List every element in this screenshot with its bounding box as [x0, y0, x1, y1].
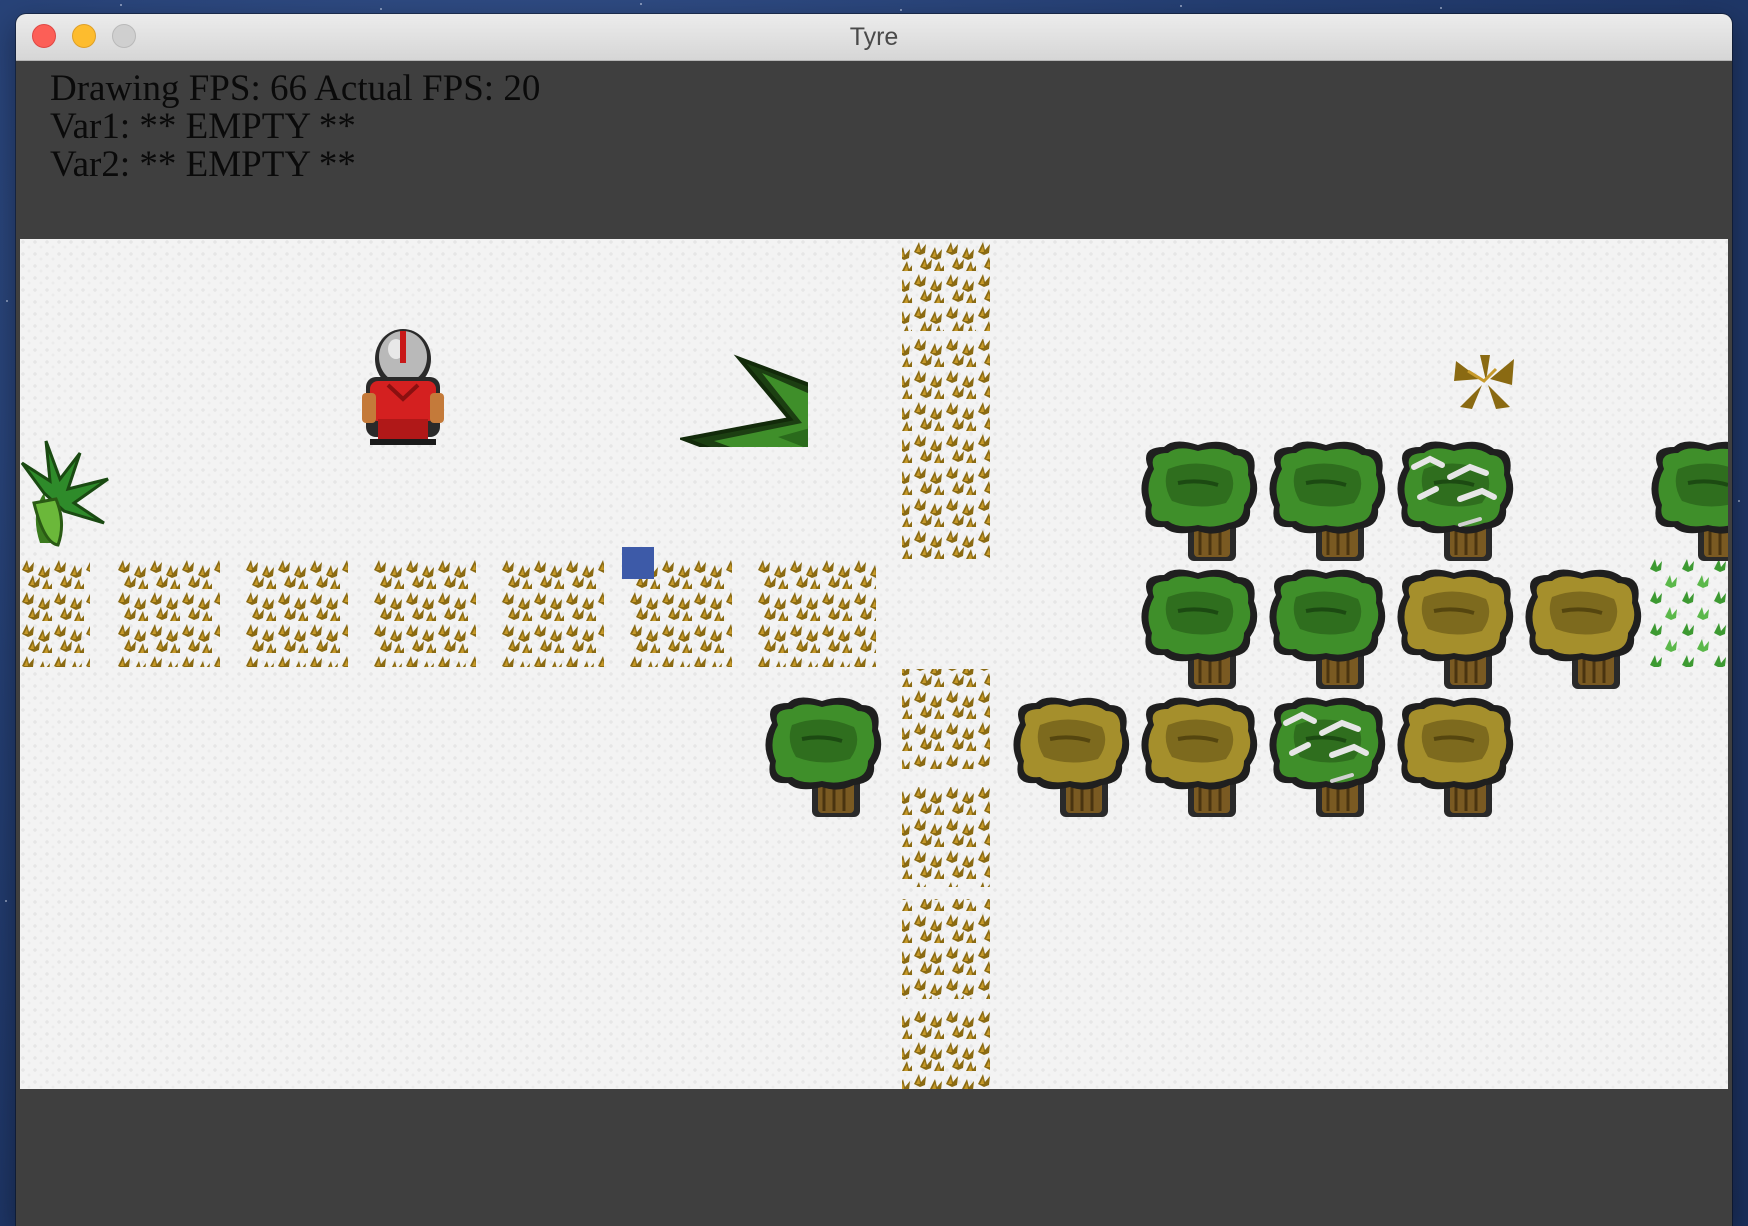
bush-green — [1139, 439, 1260, 563]
bush-dry — [1523, 567, 1644, 691]
bush-green — [1267, 439, 1388, 563]
app-window: Tyre Drawing FPS: 66 Actual FPS: 20 Var1… — [16, 14, 1732, 1226]
bush-green — [763, 695, 884, 819]
bush-dry — [1395, 567, 1516, 691]
bush-dry — [1011, 695, 1132, 819]
green-grass-patch — [1648, 557, 1728, 667]
title-bar[interactable]: Tyre — [16, 14, 1732, 61]
bush-snowy — [1390, 437, 1518, 565]
var1-readout: Var1: ** EMPTY ** — [50, 106, 356, 147]
var2-readout: Var2: ** EMPTY ** — [50, 144, 356, 185]
game-map[interactable] — [20, 239, 1728, 1089]
bush-green — [1267, 567, 1388, 691]
dry-grass-row — [20, 557, 876, 667]
fps-readout: Drawing FPS: 66 Actual FPS: 20 — [50, 68, 541, 109]
player-knight[interactable] — [360, 319, 488, 447]
bush-green — [1139, 567, 1260, 691]
bush-green — [1649, 439, 1728, 563]
bush-dry — [1395, 695, 1516, 819]
palm-plant — [20, 440, 109, 547]
selection-cursor[interactable] — [622, 547, 654, 579]
dry-tuft — [1454, 355, 1514, 409]
bush-dry — [1139, 695, 1260, 819]
bush-snowy — [1262, 693, 1390, 821]
pine-tree — [680, 354, 808, 447]
dry-grass-column — [902, 239, 990, 1089]
window-title: Tyre — [849, 23, 899, 51]
bottom-panel — [20, 1089, 1728, 1226]
debug-hud: Drawing FPS: 66 Actual FPS: 20 Var1: ** … — [20, 61, 1728, 239]
